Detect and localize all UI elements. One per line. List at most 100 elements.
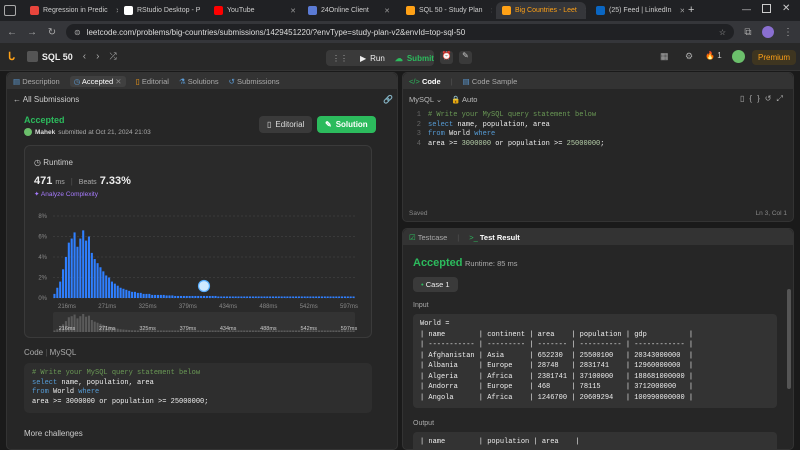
url-field[interactable]: ⊜ leetcode.com/problems/big-countries/su… xyxy=(66,24,734,40)
debug-icon[interactable]: ⋮⋮ xyxy=(326,54,354,63)
histogram-bar[interactable] xyxy=(67,242,70,298)
reload-icon[interactable]: ↻ xyxy=(46,27,58,38)
fullscreen-icon[interactable]: ⤢ xyxy=(776,94,787,103)
histogram-bar[interactable] xyxy=(217,296,220,298)
user-avatar[interactable] xyxy=(732,50,745,63)
shuffle-icon[interactable]: ⤮ xyxy=(109,51,116,62)
histogram-bar[interactable] xyxy=(205,295,208,298)
histogram-bar[interactable] xyxy=(303,296,306,298)
histogram-bar[interactable] xyxy=(332,296,335,298)
histogram-bar[interactable] xyxy=(318,296,321,298)
histogram-bar[interactable] xyxy=(110,281,113,298)
study-plan-title[interactable]: SQL 50 xyxy=(42,52,73,62)
histogram-bar[interactable] xyxy=(283,296,286,298)
new-tab-button[interactable]: + xyxy=(688,4,694,16)
tab-description[interactable]: ▤ Description xyxy=(13,77,60,86)
braces-icon[interactable]: {} xyxy=(749,94,764,103)
histogram-bar[interactable] xyxy=(185,295,188,298)
histogram-bar[interactable] xyxy=(341,296,344,298)
histogram-bar[interactable] xyxy=(64,257,67,298)
tab-code-sample[interactable]: ▤ Code Sample xyxy=(463,77,518,86)
notes-icon[interactable]: ✎ xyxy=(459,51,472,64)
histogram-bar[interactable] xyxy=(171,295,174,298)
tab-test-result[interactable]: >_ Test Result xyxy=(469,233,520,242)
site-info-icon[interactable]: ⊜ xyxy=(74,28,81,37)
histogram-bar[interactable] xyxy=(306,296,309,298)
histogram-bar[interactable] xyxy=(346,296,349,298)
histogram-bar[interactable] xyxy=(280,296,283,298)
histogram-bar[interactable] xyxy=(148,293,151,298)
histogram-bar[interactable] xyxy=(139,292,142,298)
histogram-bar[interactable] xyxy=(326,296,329,298)
close-icon[interactable]: ✕ xyxy=(380,7,390,15)
layout-icon[interactable]: ▦ xyxy=(660,51,669,62)
solution-button[interactable]: ✎ Solution xyxy=(317,116,376,133)
histogram-bar[interactable] xyxy=(116,285,119,298)
tab-submissions[interactable]: ↺ Submissions xyxy=(229,77,280,86)
histogram-bar[interactable] xyxy=(214,295,217,298)
browser-tab[interactable]: 24Online Client ✕ xyxy=(302,2,396,19)
histogram-bar[interactable] xyxy=(208,295,211,298)
histogram-bar[interactable] xyxy=(145,293,148,298)
histogram-bar[interactable] xyxy=(174,295,177,298)
histogram-bar[interactable] xyxy=(136,292,139,298)
window-close-button[interactable]: ✕ xyxy=(782,3,790,14)
histogram-bar[interactable] xyxy=(102,271,105,298)
username[interactable]: Mahek xyxy=(35,129,55,136)
histogram-bar[interactable] xyxy=(300,296,303,298)
histogram-bar[interactable] xyxy=(248,296,252,298)
tab-code[interactable]: </> Code xyxy=(409,77,441,86)
tab-testcase[interactable]: ☑ Testcase xyxy=(409,233,447,242)
menu-icon[interactable]: ⋮ xyxy=(782,27,794,38)
histogram-bar[interactable] xyxy=(182,295,185,298)
profile-avatar[interactable] xyxy=(762,26,774,38)
histogram-bar[interactable] xyxy=(246,296,249,298)
extensions-icon[interactable]: ⧉ xyxy=(742,27,754,38)
vertical-resizer[interactable] xyxy=(402,223,794,227)
tab-search-icon[interactable] xyxy=(4,5,16,16)
histogram-bar[interactable] xyxy=(295,296,298,298)
histogram-bar[interactable] xyxy=(202,295,206,298)
histogram-bar[interactable] xyxy=(168,295,171,298)
histogram-bar[interactable] xyxy=(105,275,108,298)
histogram-bar[interactable] xyxy=(191,295,194,298)
histogram-bar[interactable] xyxy=(338,296,341,298)
histogram-bar[interactable] xyxy=(62,269,65,298)
histogram-bar[interactable] xyxy=(165,295,168,298)
bookmark-icon[interactable]: ▯ xyxy=(740,94,749,103)
scrollbar[interactable] xyxy=(787,289,791,389)
histogram-bar[interactable] xyxy=(128,290,131,298)
settings-icon[interactable]: ⚙ xyxy=(685,51,693,62)
tab-editorial[interactable]: ▯ Editorial xyxy=(136,77,169,86)
histogram-bar[interactable] xyxy=(93,259,96,298)
histogram-bar[interactable] xyxy=(349,296,352,298)
histogram-bar[interactable] xyxy=(177,295,180,298)
histogram-bar[interactable] xyxy=(179,295,183,298)
analyze-complexity-link[interactable]: ✦ Analyze Complexity xyxy=(34,190,98,198)
histogram-bar[interactable] xyxy=(289,296,292,298)
forward-icon[interactable]: → xyxy=(26,27,38,38)
histogram-bar[interactable] xyxy=(70,238,73,298)
histogram-bar[interactable] xyxy=(263,296,266,298)
histogram-bar[interactable] xyxy=(234,296,237,298)
code-editor[interactable]: # Write your MySQL query statement below… xyxy=(428,111,604,149)
editorial-button[interactable]: ▯ Editorial xyxy=(259,116,313,133)
prev-problem-icon[interactable]: ‹ xyxy=(83,51,86,62)
histogram-bar[interactable] xyxy=(73,232,76,298)
close-icon[interactable]: ✕ xyxy=(487,7,492,15)
histogram-bar[interactable] xyxy=(352,296,355,298)
browser-tab[interactable]: Regression in Predic✕ xyxy=(24,2,118,19)
histogram-bar[interactable] xyxy=(315,296,318,298)
streak-counter[interactable]: 🔥 1 xyxy=(705,51,722,60)
histogram-bar[interactable] xyxy=(125,289,128,298)
histogram-bar[interactable] xyxy=(156,294,160,298)
histogram-bar[interactable] xyxy=(257,296,260,298)
histogram-bar[interactable] xyxy=(85,240,88,298)
browser-tab[interactable]: YouTube ✕ xyxy=(208,2,302,19)
histogram-bar[interactable] xyxy=(277,296,280,298)
histogram-bar[interactable] xyxy=(56,287,59,298)
histogram-bar[interactable] xyxy=(76,246,79,298)
histogram-bar[interactable] xyxy=(260,296,263,298)
histogram-bar[interactable] xyxy=(162,294,165,298)
histogram-bar[interactable] xyxy=(151,294,154,298)
